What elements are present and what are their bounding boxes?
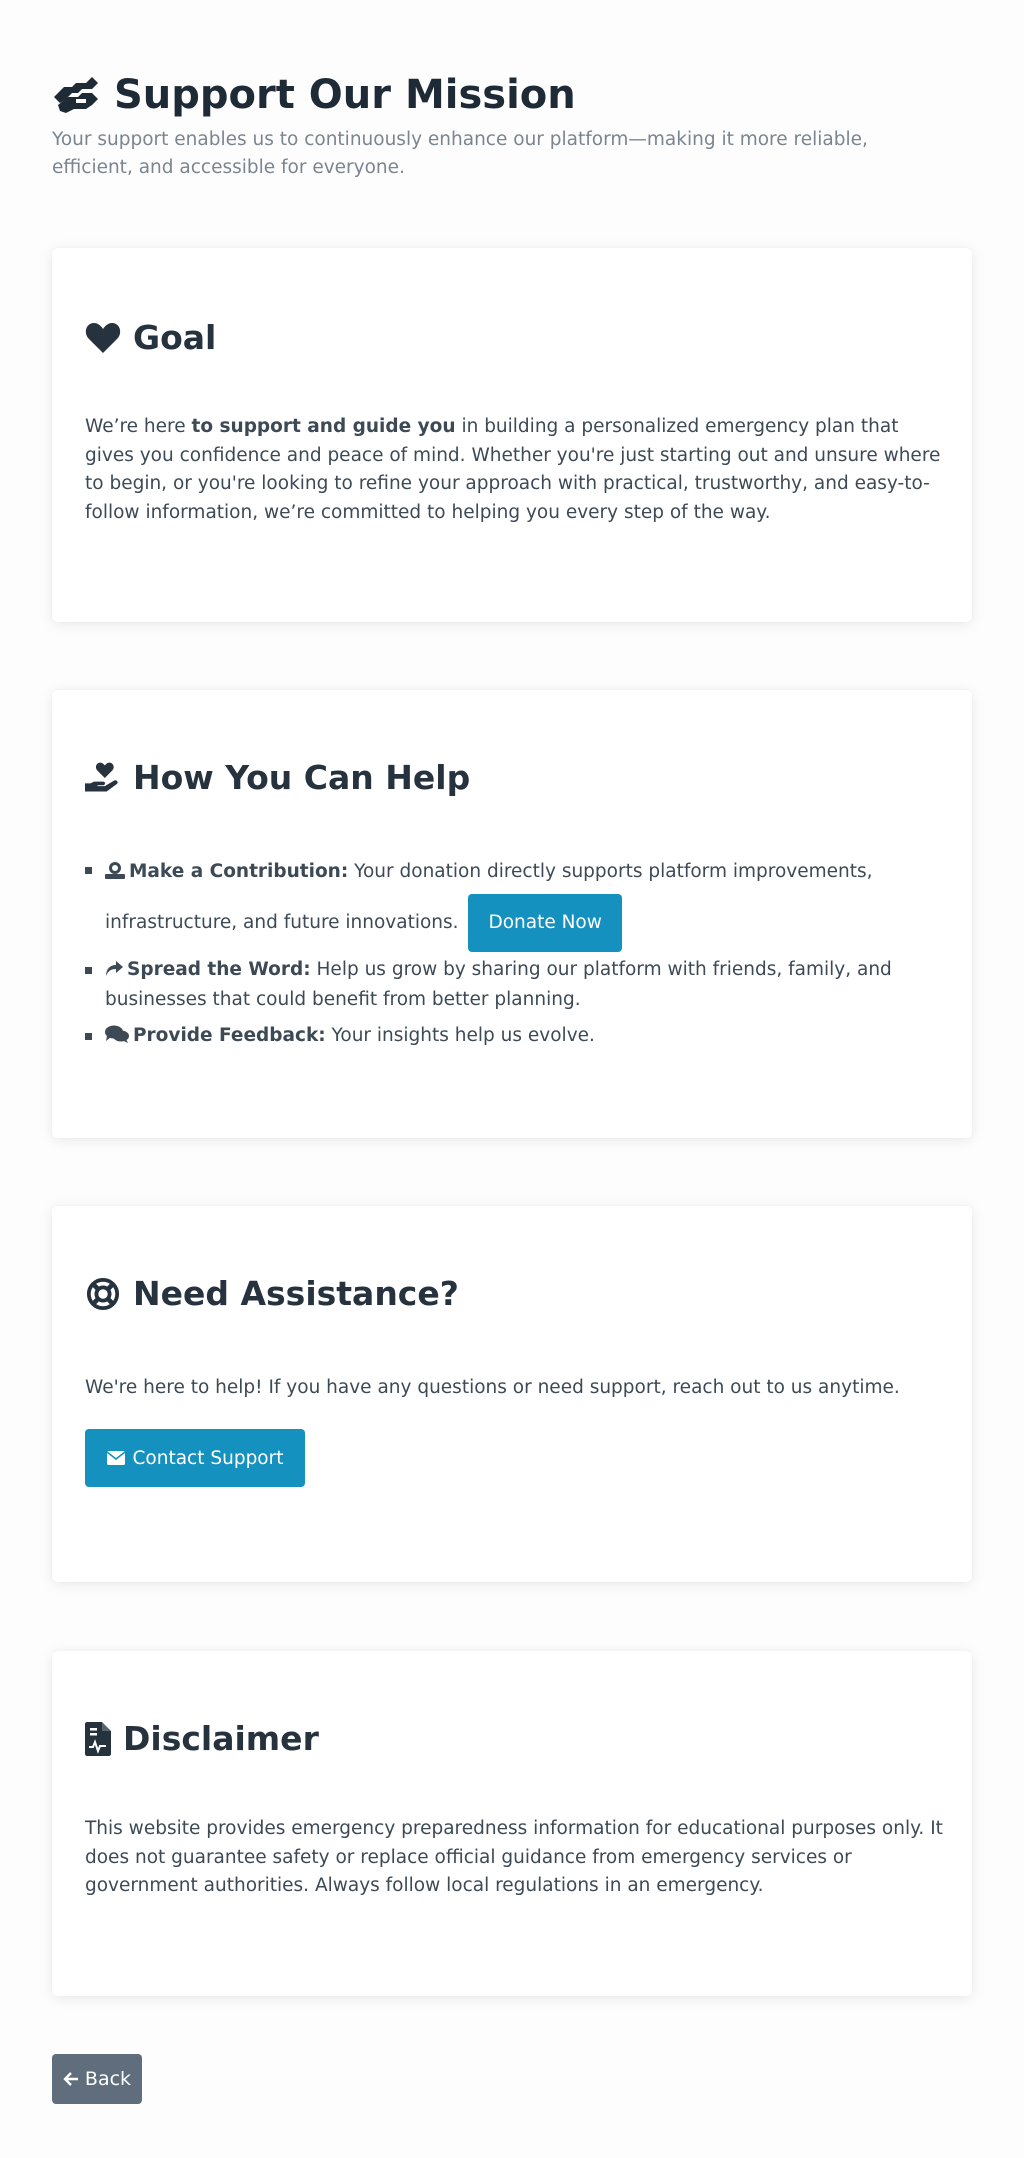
donate-icon: [105, 852, 125, 896]
feedback-label: Provide Feedback:: [133, 1025, 326, 1046]
contact-support-button[interactable]: Contact Support: [85, 1429, 305, 1487]
donate-now-button[interactable]: Donate Now: [468, 894, 622, 952]
contribution-line2: infrastructure, and future innovations. …: [105, 894, 945, 952]
help-title-text: How You Can Help: [133, 758, 471, 797]
goal-text: We’re here to support and guide you in b…: [85, 413, 945, 527]
disclaimer-card: Disclaimer This website provides emergen…: [52, 1651, 972, 1996]
file-medical-icon: [85, 1722, 111, 1756]
goal-title-text: Goal: [133, 318, 217, 357]
help-list: Make a Contribution: Your donation direc…: [85, 850, 945, 1052]
handshake-icon: [54, 77, 98, 113]
disclaimer-text: This website provides emergency prepared…: [85, 1818, 943, 1896]
help-title: How You Can Help: [85, 758, 470, 798]
help-card: How You Can Help Make a Contribution: Yo…: [52, 690, 972, 1138]
assistance-title-text: Need Assistance?: [133, 1274, 459, 1313]
envelope-icon: [106, 1451, 125, 1465]
comments-icon: [105, 1024, 129, 1052]
contribution-text-2: infrastructure, and future innovations.: [105, 912, 459, 933]
feedback-text: Your insights help us evolve.: [325, 1025, 595, 1046]
contribution-label: Make a Contribution:: [129, 861, 349, 882]
page-title-text: Support Our Mission: [114, 72, 576, 118]
list-item-share: Spread the Word: Help us grow by sharing…: [85, 956, 945, 1014]
list-item-contribution: Make a Contribution: Your donation direc…: [85, 850, 945, 952]
goal-text-bold: to support and guide you: [191, 416, 456, 437]
contact-support-label: Contact Support: [132, 1447, 284, 1469]
page-header: Support Our Mission Your support enables…: [52, 70, 952, 182]
life-ring-icon: [86, 1277, 120, 1311]
disclaimer-title-text: Disclaimer: [123, 1719, 319, 1758]
goal-title: Goal: [85, 318, 216, 358]
contribution-text: Your donation directly supports platform…: [348, 861, 873, 882]
page-title: Support Our Mission: [52, 70, 952, 120]
goal-card: Goal We’re here to support and guide you…: [52, 248, 972, 622]
share-icon: [105, 958, 123, 986]
assistance-title: Need Assistance?: [85, 1274, 459, 1314]
hand-holding-heart-icon: [85, 762, 118, 792]
list-item-feedback: Provide Feedback: Your insights help us …: [85, 1022, 945, 1052]
heart-icon: [85, 323, 121, 353]
back-label: Back: [84, 2068, 132, 2090]
page: Support Our Mission Your support enables…: [0, 0, 1024, 2158]
disclaimer-title: Disclaimer: [85, 1719, 319, 1759]
page-subtitle: Your support enables us to continuously …: [52, 129, 868, 178]
goal-text-start: We’re here: [85, 416, 192, 437]
assistance-card: Need Assistance? We're here to help! If …: [52, 1206, 972, 1582]
share-label: Spread the Word:: [127, 959, 311, 980]
assistance-text: We're here to help! If you have any ques…: [85, 1377, 900, 1398]
arrow-left-icon: [63, 2072, 78, 2086]
back-button[interactable]: Back: [52, 2054, 142, 2104]
